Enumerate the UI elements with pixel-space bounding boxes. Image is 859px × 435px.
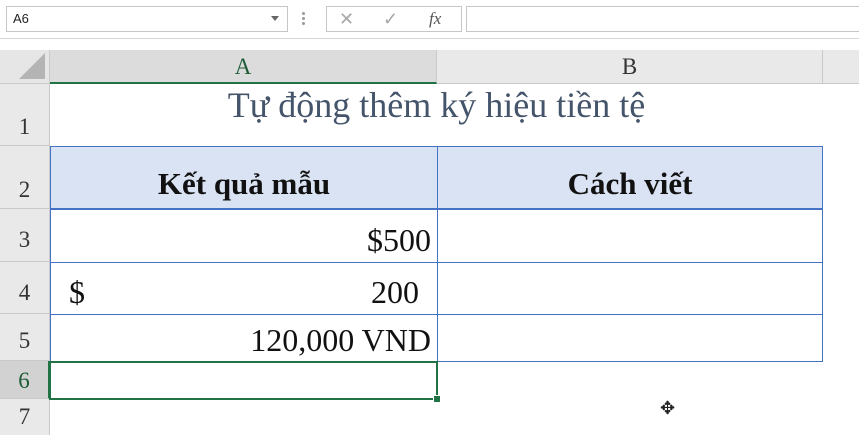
row-header-5[interactable]: 5	[0, 314, 50, 361]
cell-b3[interactable]	[437, 209, 823, 263]
sheet-title-cell[interactable]: Tự động thêm ký hiệu tiền tệ	[50, 84, 823, 146]
name-box[interactable]: A6	[6, 6, 288, 32]
select-all-corner[interactable]	[0, 50, 50, 84]
name-box-value: A6	[13, 11, 29, 26]
mouse-cursor-icon: ✥	[660, 398, 676, 418]
name-box-dropdown-icon[interactable]	[271, 16, 279, 21]
row-header-2[interactable]: 2	[0, 146, 50, 209]
row-header-1[interactable]: 1	[0, 84, 50, 146]
currency-symbol: $	[69, 274, 85, 310]
cell-a5[interactable]: 120,000 VND	[50, 314, 438, 362]
row-header-4[interactable]: 4	[0, 262, 50, 314]
row-header-6[interactable]: 6	[0, 361, 50, 399]
active-cell-selection[interactable]	[49, 361, 438, 400]
row-header-3[interactable]: 3	[0, 209, 50, 262]
column-header-a[interactable]: A	[50, 50, 437, 84]
cell-b5[interactable]	[437, 314, 823, 362]
fill-handle[interactable]	[433, 395, 441, 403]
insert-function-icon[interactable]: fx	[429, 9, 441, 29]
select-all-triangle-icon	[19, 53, 45, 79]
enter-icon[interactable]: ✓	[383, 9, 398, 30]
currency-value: 200	[371, 274, 419, 310]
formula-bar-grip-icon[interactable]	[302, 10, 306, 28]
cell-a2-header[interactable]: Kết quả mẫu	[50, 146, 438, 210]
cell-a3[interactable]: $500	[50, 209, 438, 263]
column-header-c[interactable]	[823, 50, 859, 84]
cell-b4[interactable]	[437, 262, 823, 315]
cell-b2-header[interactable]: Cách viết	[437, 146, 823, 210]
formula-input[interactable]	[466, 6, 859, 32]
cancel-icon[interactable]: ✕	[339, 9, 354, 30]
formula-bar: A6 ✕ ✓ fx	[0, 0, 859, 39]
formula-controls: ✕ ✓ fx	[326, 6, 462, 32]
column-header-b[interactable]: B	[437, 50, 823, 84]
row-header-7[interactable]: 7	[0, 399, 50, 435]
cell-a4[interactable]: $ 200	[50, 262, 438, 315]
